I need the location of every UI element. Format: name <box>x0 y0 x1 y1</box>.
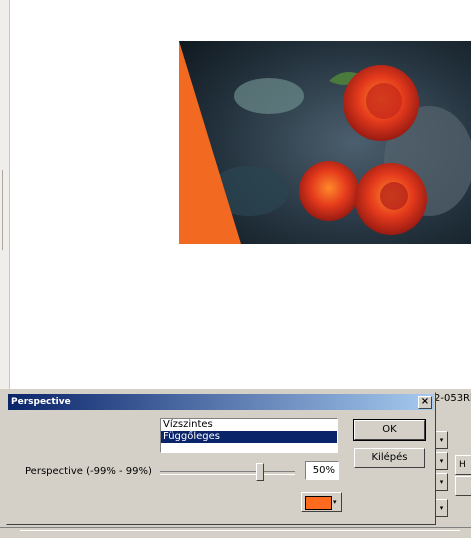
dialog-titlebar[interactable]: Perspective × <box>8 394 434 410</box>
direction-option[interactable]: Függőleges <box>161 431 337 443</box>
perspective-label: Perspective (-99% - 99%) <box>25 466 152 477</box>
dropdown-arrow-3[interactable]: ▾ <box>435 473 448 491</box>
direction-listbox[interactable]: Vízszintes Függőleges <box>160 418 338 453</box>
background-button-2[interactable] <box>455 476 471 496</box>
color-picker-button[interactable]: ▾ <box>301 492 342 512</box>
direction-option[interactable]: Vízszintes <box>161 419 337 431</box>
status-bar <box>0 527 471 538</box>
color-swatch <box>305 496 332 510</box>
preview-image <box>179 41 471 244</box>
ruler-mark <box>2 170 6 250</box>
background-button[interactable]: H <box>455 455 471 475</box>
perspective-value-field[interactable]: 50% <box>305 461 339 480</box>
dropdown-arrow-1[interactable]: ▾ <box>435 431 448 449</box>
chevron-down-icon: ▾ <box>333 498 337 506</box>
dropdown-arrow-4[interactable]: ▾ <box>435 499 448 517</box>
ok-button[interactable]: OK <box>353 419 426 441</box>
exit-button[interactable]: Kilépés <box>354 448 425 468</box>
perspective-dialog: Perspective × Vízszintes Függőleges OK Ki… <box>6 392 436 525</box>
close-button[interactable]: × <box>418 396 432 409</box>
roses-photo <box>179 41 471 244</box>
dialog-title: Perspective <box>11 397 71 407</box>
background-window: 2-053Rb ▾ ▾ ▾ ▾ H <box>433 389 471 524</box>
perspective-slider-thumb[interactable] <box>256 463 265 481</box>
perspective-slider-track[interactable] <box>160 471 295 475</box>
close-icon: × <box>420 396 430 407</box>
background-window-title: 2-053Rb <box>434 393 471 404</box>
status-divider <box>20 530 460 535</box>
dropdown-arrow-2[interactable]: ▾ <box>435 452 448 470</box>
